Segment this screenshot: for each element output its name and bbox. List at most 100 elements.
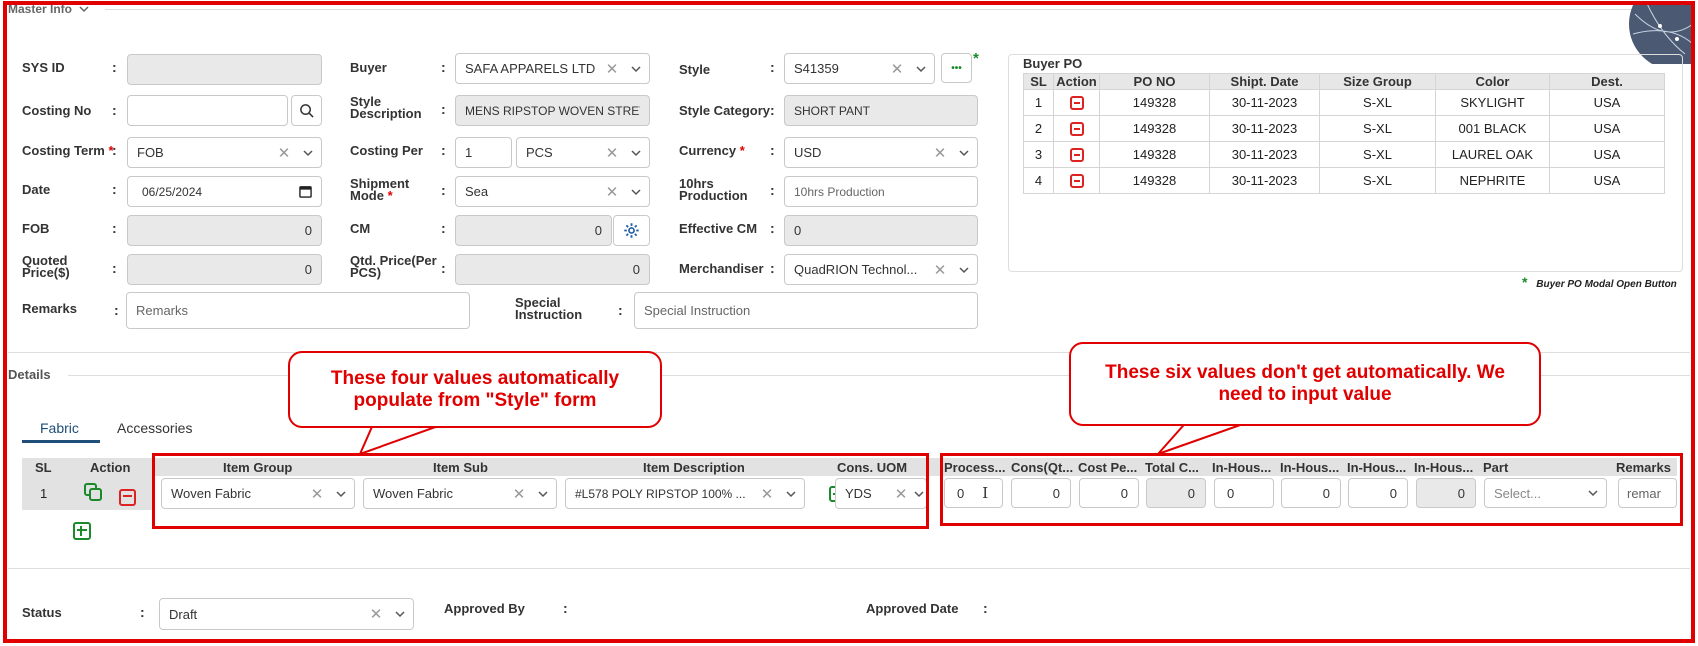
currency-select[interactable]: USD ✕ [784,137,978,168]
clear-icon[interactable]: ✕ [306,485,328,503]
clear-icon[interactable]: ✕ [365,605,387,623]
remove-icon[interactable] [1069,148,1084,163]
col-cost-per: Cost Pe... [1078,459,1138,475]
chevron-down-icon[interactable] [530,479,556,508]
master-info-header[interactable]: Master Info [8,2,89,16]
cm-field[interactable]: 0 [455,215,612,246]
costing-term-select[interactable]: FOB ✕ [127,137,322,168]
chevron-down-icon[interactable] [951,138,977,167]
chevron-down-icon[interactable] [623,177,649,206]
chevron-down-icon[interactable] [1580,479,1606,507]
status-label: Status [22,605,62,620]
clear-icon[interactable]: ✕ [601,60,623,78]
style-description-field[interactable]: MENS RIPSTOP WOVEN STRETC [455,95,650,126]
bpo-action [1053,115,1100,142]
sys-id-field[interactable] [127,54,322,85]
process-input[interactable]: 0 I [944,478,1003,508]
chevron-down-icon[interactable] [328,479,354,508]
bpo-col-date: Shipt. Date [1209,73,1320,90]
approved-by-label: Approved By [444,601,525,616]
chevron-down-icon [79,6,89,13]
remove-icon[interactable] [1069,122,1084,137]
date-label: Date [22,182,51,197]
required-asterisk: * [973,50,979,67]
cons-qty-input[interactable]: 0 [1011,478,1071,508]
colon: : [112,142,117,158]
costing-search-button[interactable] [291,95,322,126]
note-text: Buyer PO Modal Open Button [1536,279,1677,290]
costing-per-qty-input[interactable]: 1 [455,137,512,168]
col-total-cost: Total C... [1145,459,1199,475]
inhouse-3-input[interactable]: 0 [1348,478,1408,508]
costing-no-input[interactable] [127,95,288,126]
tab-fabric[interactable]: Fabric [40,420,79,436]
merchandiser-select[interactable]: QuadRION Technol... ✕ [784,254,978,285]
inhouse-1-input[interactable]: 0 [1214,478,1274,508]
chevron-down-icon[interactable] [912,479,926,508]
cons-uom-select[interactable]: YDS ✕ [835,478,927,509]
item-group-select[interactable]: Woven Fabric ✕ [161,478,355,509]
special-instruction-textarea[interactable]: Special Instruction [634,292,978,329]
shipment-mode-select[interactable]: Sea ✕ [455,176,650,207]
style-description-value: MENS RIPSTOP WOVEN STRETC [465,103,640,118]
inhouse-4-field[interactable]: 0 [1416,478,1476,508]
bpo-action [1053,141,1100,168]
clear-icon[interactable]: ✕ [273,144,295,162]
chevron-down-icon[interactable] [295,138,321,167]
chevron-down-icon[interactable] [623,138,649,167]
fob-field[interactable]: 0 [127,215,322,246]
total-cost-field[interactable]: 0 [1146,478,1206,508]
cost-per-input[interactable]: 0 [1079,478,1139,508]
buyer-po-modal-button[interactable]: ••• [941,53,972,83]
calendar-icon[interactable] [299,185,312,198]
date-input[interactable]: 06/25/2024 [127,176,322,207]
part-select[interactable]: Select... [1484,478,1607,508]
chevron-down-icon[interactable] [623,54,649,83]
buyer-po-note: * Buyer PO Modal Open Button [1522,274,1677,290]
copy-icon[interactable] [83,482,103,502]
buyer-select[interactable]: SAFA APPARELS LTD ✕ [455,53,650,84]
remove-row-icon[interactable] [119,489,136,507]
clear-icon[interactable]: ✕ [890,485,912,503]
quoted-price-field[interactable]: 0 [127,254,322,285]
date-value: 06/25/2024 [142,184,203,199]
clear-icon[interactable]: ✕ [929,261,951,279]
add-row-icon[interactable] [73,522,92,540]
style-select[interactable]: S41359 ✕ [784,53,935,84]
table-row: 3 149328 30-11-2023 S-XL LAUREL OAK USA [1023,141,1665,168]
chevron-down-icon[interactable] [908,54,934,83]
clear-icon[interactable]: ✕ [929,144,951,162]
buyer-value: SAFA APPARELS LTD [465,61,596,76]
details-table-header: SL Action Item Group Item Sub Item Descr… [22,458,1677,476]
row-remarks-input[interactable]: remar [1618,478,1677,508]
effective-cm-field[interactable]: 0 [784,215,978,246]
chevron-down-icon[interactable] [778,479,804,508]
clear-icon[interactable]: ✕ [601,144,623,162]
remove-icon[interactable] [1069,174,1084,189]
colon: : [112,220,117,236]
qtd-price-label: Qtd. Price(Per PCS) [350,254,437,279]
clear-icon[interactable]: ✕ [886,60,908,78]
remove-icon[interactable] [1069,96,1084,111]
qtd-price-field[interactable]: 0 [455,254,650,285]
item-sub-select[interactable]: Woven Fabric ✕ [363,478,557,509]
clear-icon[interactable]: ✕ [756,485,778,503]
inhouse-2-input[interactable]: 0 [1281,478,1341,508]
costing-per-unit-select[interactable]: PCS ✕ [516,137,650,168]
chevron-down-icon[interactable] [951,255,977,284]
costing-per-label: Costing Per [350,143,423,158]
clear-icon[interactable]: ✕ [508,485,530,503]
item-description-select[interactable]: #L578 POLY RIPSTOP 100% ... ✕ [565,478,805,509]
status-select[interactable]: Draft ✕ [159,598,414,630]
bpo-col-po: PO NO [1099,73,1210,90]
footer-divider [8,568,1690,569]
tab-accessories[interactable]: Accessories [117,420,192,436]
style-label: Style [679,62,711,77]
remarks-textarea[interactable]: Remarks [126,292,470,329]
cm-settings-button[interactable] [613,215,650,246]
clear-icon[interactable]: ✕ [601,183,623,201]
production-10hrs-input[interactable]: 10hrs Production [784,176,978,207]
chevron-down-icon[interactable] [387,599,413,629]
colon: : [770,260,775,276]
style-category-field[interactable]: SHORT PANT [784,95,978,126]
